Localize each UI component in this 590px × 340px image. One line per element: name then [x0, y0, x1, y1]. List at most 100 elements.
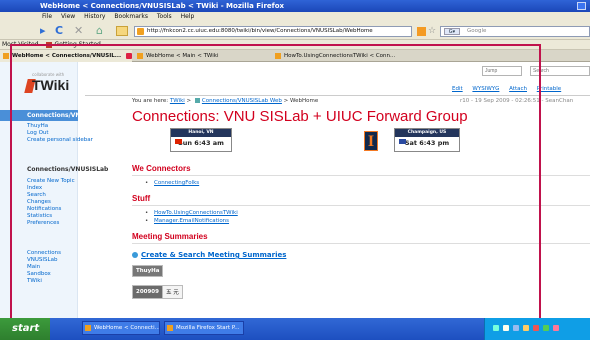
menu-history[interactable]: History — [84, 13, 105, 20]
sidebar-item-create-topic[interactable]: Create New Topic — [0, 178, 75, 185]
create-search-meeting: Create & Search Meeting Summaries — [132, 251, 286, 259]
sidebar-item-statistics[interactable]: Statistics — [0, 213, 75, 220]
heading-stuff: Stuff — [132, 194, 151, 203]
search-input[interactable] — [530, 66, 590, 76]
wysiwyg-link[interactable]: WYSIWYG — [472, 86, 499, 92]
topic-actions: Edit WYSIWYG Attach Printable — [452, 86, 590, 92]
update-icon[interactable] — [523, 325, 529, 331]
page-favicon-icon — [137, 28, 144, 35]
reload-icon[interactable]: C — [55, 25, 63, 37]
network-icon[interactable] — [493, 325, 499, 331]
getting-started-icon — [46, 41, 53, 48]
table-cell-date[interactable]: 200909 — [132, 285, 163, 299]
sidebar-item-web-vnusislab[interactable]: VNUSISLab — [0, 257, 61, 264]
sidebar-item-index[interactable]: Index — [0, 185, 75, 192]
window-title-bar: WebHome < Connections/VNUSISLab < TWiki … — [0, 0, 590, 12]
menu-bookmarks[interactable]: Bookmarks — [114, 13, 148, 20]
webs-links: Connections VNUSISLab Main Sandbox TWiki — [0, 250, 61, 285]
tray-app-icon[interactable] — [543, 325, 549, 331]
forward-icon[interactable]: ▸ — [40, 25, 46, 37]
heading-meeting-summaries: Meeting Summaries — [132, 232, 208, 241]
tab-label: WebHome < Connections/VNUSIL... — [12, 53, 122, 59]
close-window-button[interactable] — [577, 2, 586, 10]
edit-link[interactable]: Edit — [452, 86, 463, 92]
sidebar-item-changes[interactable]: Changes — [0, 199, 75, 206]
bookmark-most-visited[interactable]: Most Visited — [2, 41, 39, 48]
create-search-meeting-link[interactable]: Create & Search Meeting Summaries — [141, 251, 286, 259]
display-icon[interactable] — [513, 325, 519, 331]
tab-favicon-icon — [137, 53, 143, 59]
sidebar-item-search[interactable]: Search — [0, 192, 75, 199]
howto-link[interactable]: HowTo.UsingConnectionsTWiki — [154, 210, 238, 216]
home-icon[interactable]: ⌂ — [96, 25, 103, 37]
bookmark-star-icon[interactable]: ☆ — [428, 26, 436, 36]
taskbar-item-webhome[interactable]: WebHome < Connecti... — [82, 321, 160, 335]
tab-favicon-icon — [3, 53, 9, 59]
volume-icon[interactable] — [503, 325, 509, 331]
menu-tools[interactable]: Tools — [157, 13, 172, 20]
tray-app-icon[interactable] — [553, 325, 559, 331]
menu-help[interactable]: Help — [181, 13, 195, 20]
sidebar-item-notifications[interactable]: Notifications — [0, 206, 75, 213]
search-placeholder: Google — [467, 28, 487, 34]
url-bar[interactable]: http://fnkcon2.cc.uiuc.edu:8080/twiki/bi… — [134, 26, 412, 37]
sidebar-item-web-twiki[interactable]: TWiki — [0, 278, 61, 285]
sidebar-item-web-sandbox[interactable]: Sandbox — [0, 271, 61, 278]
taskbar-item-firefox-start[interactable]: Mozilla Firefox Start P... — [164, 321, 244, 335]
illinois-logo: I — [364, 131, 378, 151]
page-title: Connections: VNU SISLab + UIUC Forward G… — [132, 108, 468, 125]
sidebar-web-header[interactable]: Connections/VNUSISLab — [0, 110, 78, 121]
connecting-folks-link[interactable]: ConnectingFolks — [154, 180, 199, 186]
list-item: HowTo.UsingConnectionsTWiki — [145, 210, 238, 216]
twiki-logo[interactable]: collaborate with TWiki — [0, 72, 76, 96]
meeting-table-header: ThuyHa — [131, 265, 164, 277]
jump-input[interactable] — [482, 66, 522, 76]
firefox-icon — [85, 325, 91, 331]
divider — [132, 175, 590, 176]
divider — [132, 205, 590, 206]
start-button[interactable]: start — [0, 318, 50, 340]
meeting-table: 200909 五 元 — [132, 285, 183, 299]
bookmarks-toolbar: Most Visited Getting Started — [0, 40, 590, 50]
sidebar-item-web-main[interactable]: Main — [0, 264, 61, 271]
google-icon[interactable]: G▾ — [444, 28, 460, 35]
top-search-area — [482, 66, 590, 77]
window-title: WebHome < Connections/VNUSISLab < TWiki … — [40, 2, 285, 10]
user-links: ThuyHa Log Out Create personal sidebar — [0, 123, 93, 144]
site-identity-icon[interactable] — [116, 26, 128, 36]
clock-city: Hanoi, VN — [171, 129, 231, 137]
attach-link[interactable]: Attach — [509, 86, 527, 92]
table-cell-value: 五 元 — [161, 285, 183, 299]
search-engine-box[interactable]: G▾ Google — [440, 26, 590, 37]
bookmark-getting-started[interactable]: Getting Started — [54, 41, 100, 48]
divider — [132, 243, 590, 244]
breadcrumb-web[interactable]: Connections/VNUSISLab Web — [202, 98, 282, 104]
system-tray — [484, 318, 590, 340]
sidebar-item-web-connections[interactable]: Connections — [0, 250, 61, 257]
close-tab-icon[interactable] — [125, 52, 132, 59]
table-header-cell[interactable]: ThuyHa — [131, 265, 164, 277]
breadcrumb-twiki[interactable]: TWiki — [170, 98, 185, 104]
tab-webhome-main[interactable]: WebHome < Main < TWiki — [134, 50, 262, 62]
breadcrumb: You are here: TWiki > Connections/VNUSIS… — [132, 98, 319, 104]
sidebar-item-personal-sidebar[interactable]: Create personal sidebar — [0, 137, 93, 144]
stop-icon[interactable]: ✕ — [74, 25, 83, 37]
sidebar-item-preferences[interactable]: Preferences — [0, 220, 75, 227]
us-flag-icon — [399, 139, 406, 144]
rss-feed-icon[interactable] — [417, 27, 426, 36]
vietnam-flag-icon — [175, 139, 182, 144]
logo-text: TWiki — [32, 77, 70, 93]
menu-view[interactable]: View — [61, 13, 75, 20]
menu-file[interactable]: File — [42, 13, 52, 20]
email-notifications-link[interactable]: Manager.EmailNotifications — [154, 218, 229, 224]
security-icon[interactable] — [533, 325, 539, 331]
windows-taskbar: start WebHome < Connecti... Mozilla Fire… — [0, 318, 590, 340]
clock-city: Champaign, US — [395, 129, 459, 137]
sidebar-item-user[interactable]: ThuyHa — [0, 123, 93, 130]
sidebar-item-logout[interactable]: Log Out — [0, 130, 93, 137]
printable-link[interactable]: Printable — [537, 86, 561, 92]
tab-label: WebHome < Main < TWiki — [146, 53, 219, 59]
tab-webhome-connections[interactable]: WebHome < Connections/VNUSIL... — [0, 50, 132, 62]
tab-howto[interactable]: HowTo.UsingConnectionsTWiki < Conn... — [272, 50, 422, 62]
web-links: Create New Topic Index Search Changes No… — [0, 178, 75, 227]
